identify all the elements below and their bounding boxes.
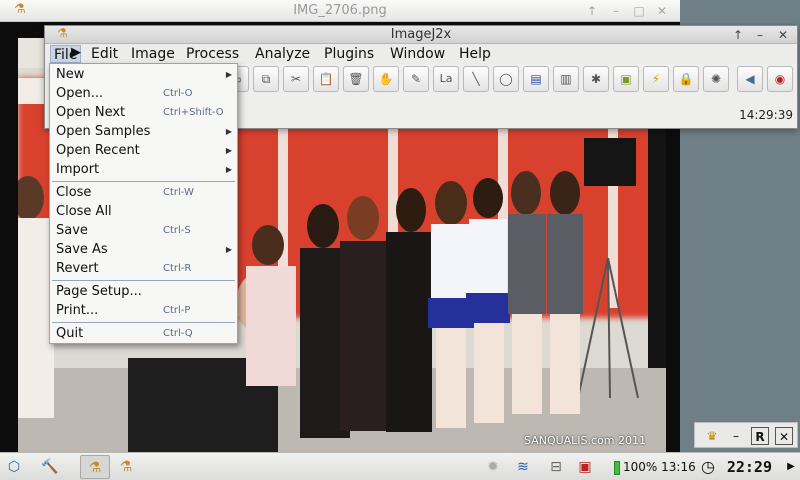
menu-separator	[52, 280, 235, 281]
minimize-icon[interactable]: –	[727, 427, 745, 445]
triangle-right-icon[interactable]: ▶	[784, 455, 798, 479]
menubar: File Edit Image Process Analyze Plugins …	[45, 44, 797, 64]
network-disconnected-icon[interactable]: ▣	[572, 455, 598, 479]
submenu-arrow-icon: ▶	[225, 127, 232, 136]
maximize-up-icon[interactable]: ↑	[583, 2, 601, 20]
menu-analyze[interactable]: Analyze	[252, 45, 313, 63]
circle-icon[interactable]: ◯	[493, 66, 519, 92]
text-tool-icon[interactable]: La	[433, 66, 459, 92]
menu-item-import[interactable]: Import ▶	[50, 160, 237, 179]
file-dropdown-menu: New ▶ Open... Ctrl-O Open Next Ctrl+Shift-O…	[49, 63, 238, 344]
pencil-icon[interactable]: ✎	[403, 66, 429, 92]
brightness-icon[interactable]: ✹	[482, 455, 504, 479]
floating-panel: ♛ – R ✕	[694, 422, 798, 448]
r-icon[interactable]: R	[751, 427, 769, 445]
menu-item-print[interactable]: Print... Ctrl-P	[50, 301, 237, 320]
menu-item-close[interactable]: Close Ctrl-W	[50, 183, 237, 202]
minimize-icon[interactable]: –	[750, 26, 770, 44]
submenu-arrow-icon: ▶	[225, 165, 232, 174]
app-launcher-icon[interactable]: ⬡	[2, 455, 26, 479]
close-icon[interactable]: ✕	[775, 427, 793, 445]
crown-icon[interactable]: ♛	[703, 427, 721, 445]
menu-item-save[interactable]: Save Ctrl-S	[50, 221, 237, 240]
taskbar-imagej-window-2[interactable]: ⚗	[114, 455, 138, 479]
menu-separator	[52, 322, 235, 323]
battery-percent: 100%	[623, 460, 658, 474]
image-window-titlebar[interactable]: ⚗ IMG_2706.png ↑ – □ ✕	[0, 0, 680, 22]
clipboard-icon[interactable]: 📋	[313, 66, 339, 92]
menu-edit[interactable]: Edit	[88, 45, 121, 63]
hammer-icon[interactable]: 🔨	[38, 455, 62, 479]
battery-icon	[614, 460, 620, 475]
menu-plugins[interactable]: Plugins	[321, 45, 377, 63]
menu-item-save-as[interactable]: Save As ▶	[50, 240, 237, 259]
battery-indicator[interactable]: 100% 13:16	[614, 460, 696, 475]
menu-item-open-next[interactable]: Open Next Ctrl+Shift-O	[50, 103, 237, 122]
maximize-up-icon[interactable]: ↑	[728, 26, 748, 44]
minimize-icon[interactable]: –	[607, 2, 625, 20]
image-window-title: IMG_2706.png	[293, 3, 387, 18]
color-picker-icon[interactable]: ◉	[767, 66, 793, 92]
macro-icon[interactable]: ⚡	[643, 66, 669, 92]
menu-item-open-samples[interactable]: Open Samples ▶	[50, 122, 237, 141]
menu-item-open[interactable]: Open... Ctrl-O	[50, 84, 237, 103]
photo-watermark: SANQUALIS.com 2011	[524, 434, 647, 447]
status-time: 14:29:39	[739, 108, 793, 122]
text-doc-icon[interactable]: ▥	[553, 66, 579, 92]
settings-icon[interactable]: ✺	[703, 66, 729, 92]
puzzle-icon[interactable]: ✱	[583, 66, 609, 92]
close-icon[interactable]: ✕	[773, 26, 793, 44]
battery-time: 13:16	[661, 460, 696, 474]
close-icon[interactable]: ✕	[653, 2, 671, 20]
submenu-arrow-icon: ▶	[225, 70, 232, 79]
mouse-cursor-icon: ▶	[71, 45, 81, 60]
delete-icon[interactable]: 🗑	[343, 66, 369, 92]
menu-item-quit[interactable]: Quit Ctrl-Q	[50, 324, 237, 343]
arrow-left-icon[interactable]: ◀	[737, 66, 763, 92]
menu-item-new[interactable]: New ▶	[50, 65, 237, 84]
imagej-titlebar[interactable]: ⚗ ImageJ2x ↑ – ✕	[45, 26, 797, 44]
menu-item-open-recent[interactable]: Open Recent ▶	[50, 141, 237, 160]
new-doc-icon[interactable]: ▤	[523, 66, 549, 92]
menu-window[interactable]: Window	[387, 45, 448, 63]
cut-icon[interactable]: ✂	[283, 66, 309, 92]
taskbar-clock[interactable]: 22:29	[727, 458, 772, 476]
taskbar-imagej-window[interactable]: ⚗	[80, 455, 110, 479]
submenu-arrow-icon: ▶	[225, 245, 232, 254]
clock-icon: ◷	[701, 457, 715, 476]
taskbar: ⬡ 🔨 ⚗ ⚗ ✹ ≋ ⊟ ▣ 100% 13:16 ◷ 22:29 ▶	[0, 452, 800, 480]
menu-item-close-all[interactable]: Close All	[50, 202, 237, 221]
restore-icon[interactable]: □	[630, 2, 648, 20]
menu-separator	[52, 181, 235, 182]
menu-help[interactable]: Help	[456, 45, 494, 63]
menu-process[interactable]: Process	[183, 45, 242, 63]
imagej-title: ImageJ2x	[390, 27, 452, 42]
menu-image[interactable]: Image	[128, 45, 178, 63]
folder-icon[interactable]: ▣	[613, 66, 639, 92]
hand-icon[interactable]: ✋	[373, 66, 399, 92]
menu-item-revert[interactable]: Revert Ctrl-R	[50, 259, 237, 278]
copy-icon[interactable]: ⧉	[253, 66, 279, 92]
submenu-arrow-icon: ▶	[225, 146, 232, 155]
lock-icon[interactable]: 🔒	[673, 66, 699, 92]
line-icon[interactable]: ╲	[463, 66, 489, 92]
network-icon[interactable]: ⊟	[544, 455, 568, 479]
wifi-icon[interactable]: ≋	[512, 455, 534, 479]
menu-item-page-setup[interactable]: Page Setup...	[50, 282, 237, 301]
